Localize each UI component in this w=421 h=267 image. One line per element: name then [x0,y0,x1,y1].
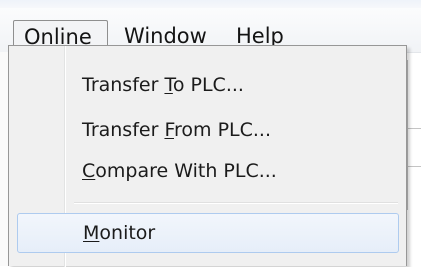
menu-item-transfer-from-plc[interactable]: Transfer From PLC... [17,112,399,148]
menu-item-text: rom PLC... [174,119,271,141]
menu-item-text: ompare With PLC... [95,160,277,182]
menu-separator [74,202,398,204]
menu-item-mnemonic: C [82,160,96,182]
menu-item-transfer-to-plc[interactable]: Transfer To PLC... [17,67,399,103]
menu-item-text: onitor [99,222,156,244]
menu-item-text: Transfer [82,74,165,96]
menu-item-compare-with-plc[interactable]: Compare With PLC... [17,153,399,189]
background-divider [408,128,421,129]
background-left-edge [0,52,8,266]
menu-item-monitor[interactable]: Monitor [17,213,399,253]
menu-item-mnemonic: T [164,74,173,96]
background-divider [408,166,421,167]
menu-item-mnemonic: F [164,119,174,141]
menu-item-text: o PLC... [172,74,244,96]
background-window-fragment [407,60,421,210]
menu-item-text: Transfer [82,119,165,141]
online-dropdown-menu: Transfer To PLC... Transfer From PLC... … [8,45,407,267]
menu-item-mnemonic: M [83,222,100,244]
